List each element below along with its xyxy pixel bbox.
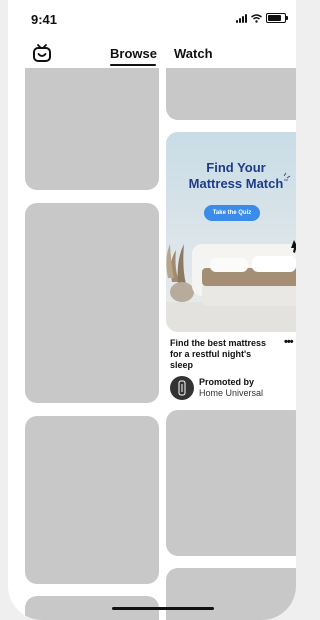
take-quiz-button[interactable]: Take the Quiz — [204, 205, 260, 221]
tab-watch[interactable]: Watch — [174, 46, 213, 61]
promo-headline: Find Your Mattress Match — [166, 160, 296, 192]
more-options-icon[interactable]: ••• — [284, 336, 294, 348]
feed-card[interactable] — [25, 416, 159, 584]
feed-card[interactable] — [166, 68, 296, 120]
cellular-signal-icon — [236, 13, 247, 23]
promo-headline-line-1: Find Your — [206, 160, 266, 175]
feed-card[interactable] — [25, 68, 159, 190]
system-icons — [236, 13, 288, 23]
phone-screen: 9:41 Browse Watch Find Your Mattress Mat… — [8, 0, 296, 620]
advertiser-name[interactable]: Home Universal — [199, 388, 263, 398]
advertiser-avatar[interactable] — [170, 376, 194, 400]
home-indicator[interactable] — [112, 607, 214, 610]
battery-icon — [266, 13, 288, 23]
promoted-by-label: Promoted by — [199, 377, 255, 387]
status-time: 9:41 — [31, 12, 58, 27]
tab-browse[interactable]: Browse — [110, 46, 157, 61]
feed-card[interactable] — [166, 568, 296, 620]
feed-card[interactable] — [25, 203, 159, 403]
promoted-pin-image[interactable]: Find Your Mattress Match Take the Quiz — [166, 132, 296, 332]
promo-description[interactable]: Find the best mattress for a restful nig… — [170, 338, 274, 371]
feed-card[interactable] — [166, 410, 296, 556]
top-nav: Browse Watch — [8, 38, 296, 68]
active-tab-indicator — [110, 64, 156, 66]
advertiser-logo-icon — [178, 380, 186, 396]
tv-icon[interactable] — [32, 44, 52, 62]
wifi-icon — [251, 13, 262, 23]
promo-headline-line-2: Mattress Match — [188, 176, 284, 191]
status-bar: 9:41 — [8, 0, 296, 34]
